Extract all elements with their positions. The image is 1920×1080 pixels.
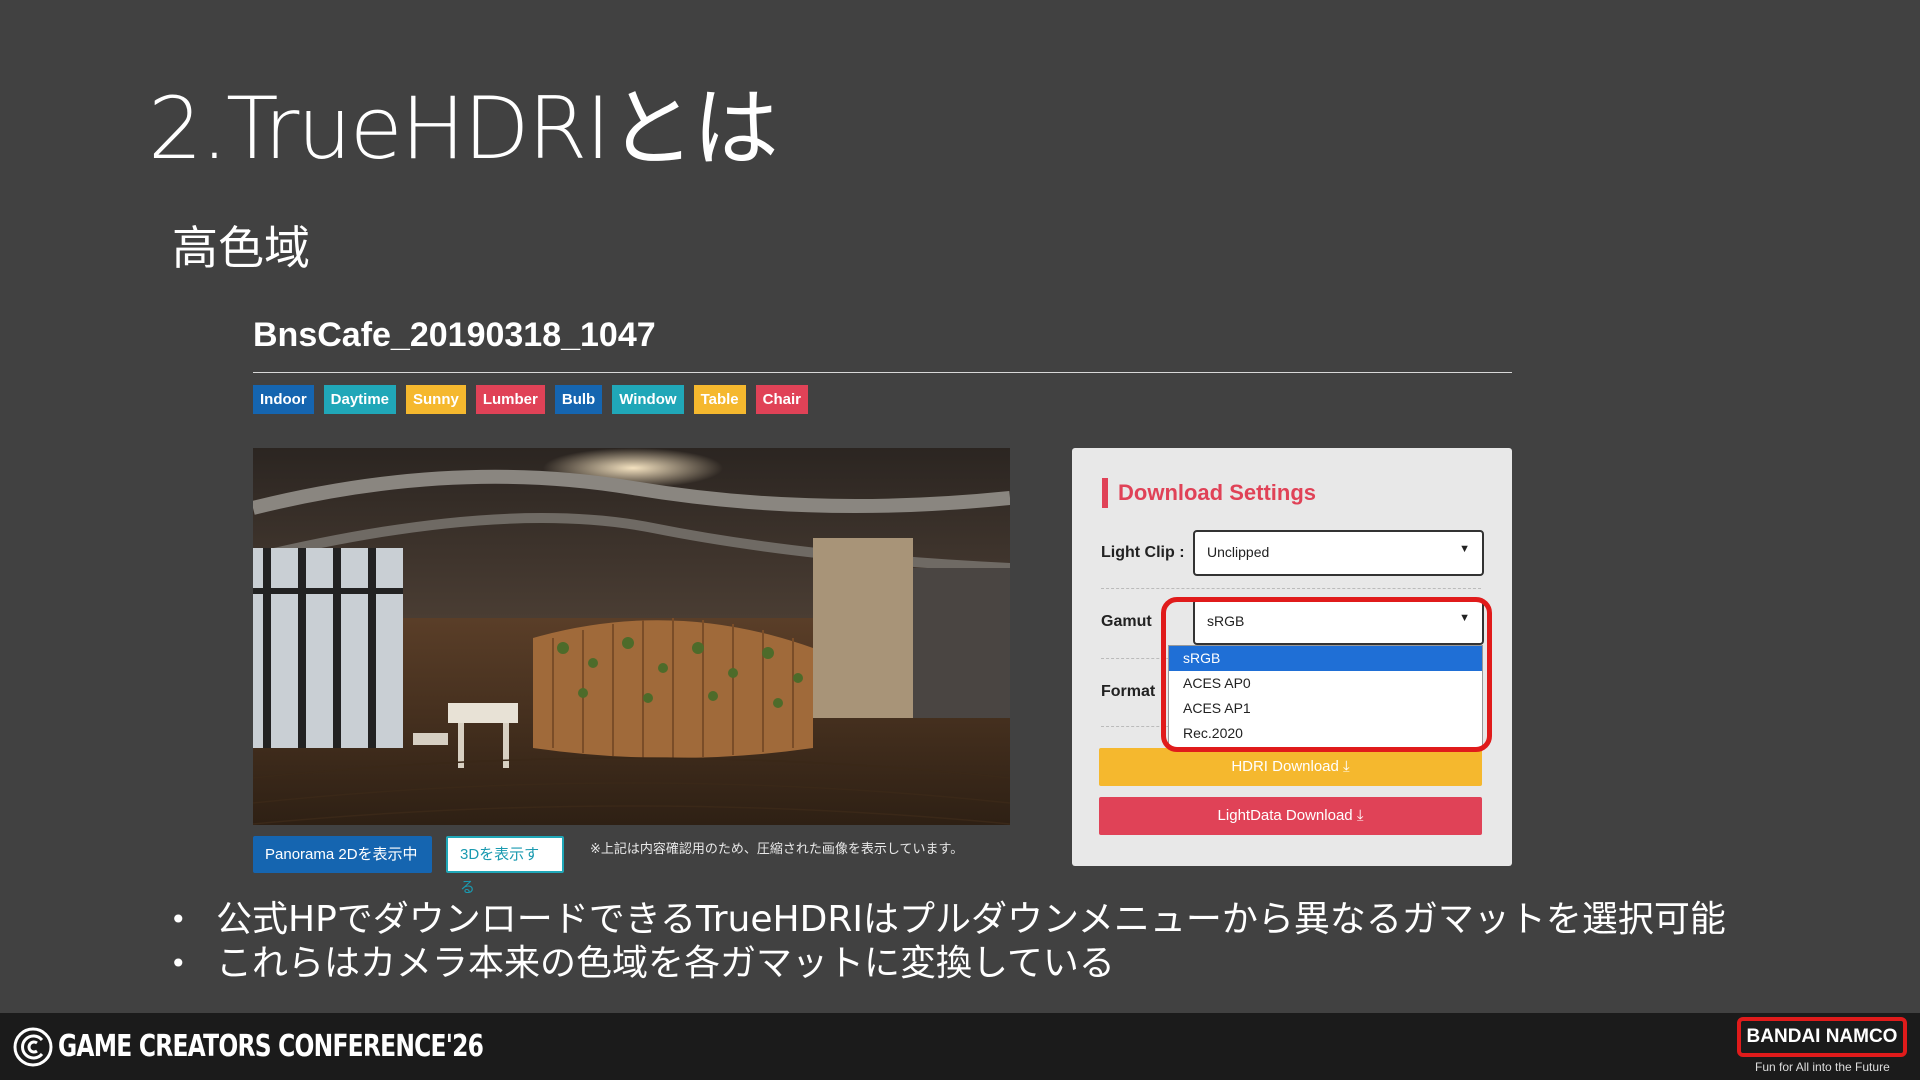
- lightdata-download-button[interactable]: LightData Download ⤓: [1099, 797, 1482, 835]
- tag-table[interactable]: Table: [693, 385, 746, 414]
- light-clip-select[interactable]: Unclipped ▼: [1193, 530, 1484, 576]
- brand-tagline: Fun for All into the Future: [1755, 1060, 1890, 1074]
- panorama-2d-button[interactable]: Panorama 2Dを表示中: [253, 836, 432, 873]
- gamut-label: Gamut: [1101, 613, 1152, 630]
- bullet-icon: •: [170, 947, 187, 980]
- conference-name: GAME CREATORS CONFERENCE'26: [58, 1029, 484, 1064]
- bullet-item: • これらはカメラ本来の色域を各ガマットに変換している: [170, 942, 1726, 986]
- tag-daytime[interactable]: Daytime: [323, 385, 397, 414]
- tag-list: Indoor Daytime Sunny Lumber Bulb Window …: [253, 385, 808, 414]
- footer-bar: GAME CREATORS CONFERENCE'26 BANDAI NAMCO…: [0, 1013, 1920, 1080]
- format-label: Format: [1101, 683, 1156, 700]
- tag-chair[interactable]: Chair: [755, 385, 808, 414]
- bullet-text: 公式HPでダウンロードできるTrueHDRIはプルダウンメニューから異なるガマッ…: [216, 899, 1726, 940]
- tag-lumber[interactable]: Lumber: [475, 385, 545, 414]
- download-icon: ⤓: [1356, 807, 1364, 824]
- bullet-item: • 公式HPでダウンロードできるTrueHDRIはプルダウンメニューから異なるガ…: [170, 898, 1726, 942]
- light-clip-label: Light Clip :: [1101, 544, 1185, 561]
- light-clip-value: Unclipped: [1207, 544, 1270, 560]
- slide-subtitle: 高色域: [172, 221, 310, 275]
- slide-title: 2.TrueHDRIとは: [148, 79, 779, 179]
- gamut-highlight-box: [1161, 597, 1492, 752]
- lightdata-download-label: LightData Download: [1217, 807, 1353, 824]
- chevron-down-icon: ▼: [1459, 543, 1470, 555]
- bullet-list: • 公式HPでダウンロードできるTrueHDRIはプルダウンメニューから異なるガ…: [170, 898, 1726, 986]
- hdri-download-button[interactable]: HDRI Download ⤓: [1099, 748, 1482, 786]
- download-icon: ⤓: [1343, 758, 1350, 775]
- panorama-image[interactable]: [253, 448, 1010, 825]
- tag-window[interactable]: Window: [612, 385, 684, 414]
- view-3d-button[interactable]: 3Dを表示する: [446, 836, 564, 896]
- download-settings-heading: Download Settings: [1102, 478, 1316, 508]
- tag-sunny[interactable]: Sunny: [406, 385, 466, 414]
- title-divider: [253, 372, 1512, 373]
- tag-bulb[interactable]: Bulb: [554, 385, 603, 414]
- bullet-text: これらはカメラ本来の色域を各ガマットに変換している: [216, 943, 1115, 984]
- bandai-namco-logo: BANDAI NAMCO: [1737, 1017, 1907, 1057]
- tag-indoor[interactable]: Indoor: [253, 385, 314, 414]
- hdri-download-label: HDRI Download: [1231, 758, 1339, 775]
- asset-title: BnsCafe_20190318_1047: [253, 316, 656, 354]
- gcc-logo-icon: [13, 1027, 53, 1067]
- compression-note: ※上記は内容確認用のため、圧縮された画像を表示しています。: [590, 842, 964, 857]
- divider: [1101, 588, 1481, 589]
- panorama-illustration: [253, 448, 1010, 825]
- bullet-icon: •: [170, 903, 187, 936]
